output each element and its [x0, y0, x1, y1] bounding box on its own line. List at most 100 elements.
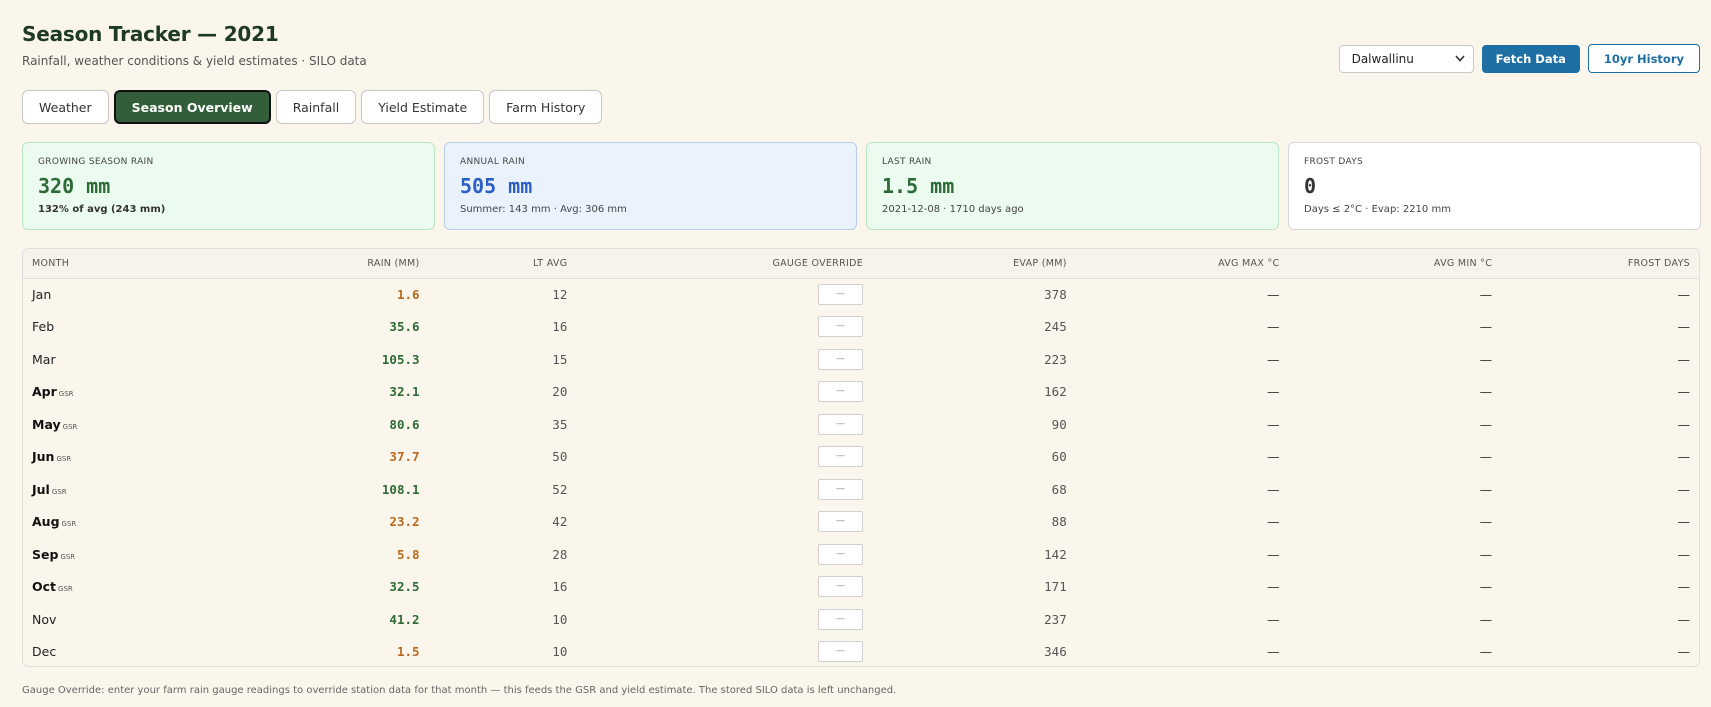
table-row: Jul GSR 108.1 52 — 68 — — — — [23, 473, 1699, 506]
col-rain: RAIN (MM) — [142, 249, 429, 279]
gauge-override-input[interactable]: — — [818, 413, 863, 435]
frost-days-value: — — [1677, 611, 1691, 627]
fetch-data-button[interactable]: Fetch Data — [1481, 44, 1580, 73]
card-growing-season-rain: GROWING SEASON RAIN 320 mm 132% of avg (24… — [22, 142, 435, 230]
page-subtitle: Rainfall, weather conditions & yield est… — [22, 54, 367, 68]
lt-avg-value: 16 — [552, 319, 568, 335]
gauge-override-input[interactable]: — — [818, 381, 863, 403]
summary-cards: GROWING SEASON RAIN 320 mm 132% of avg (24… — [22, 142, 1701, 230]
monthly-table: MONTH RAIN (MM) LT AVG GAUGE OVERRIDE EV… — [22, 248, 1700, 667]
table-row: Aug GSR 23.2 42 — 88 — — — — [23, 506, 1699, 539]
evap-value: 90 — [1051, 416, 1067, 432]
gauge-override-input[interactable]: — — [818, 608, 863, 630]
month-cell: Feb — [23, 311, 143, 344]
frost-days-value: — — [1677, 514, 1691, 530]
month-cell: Oct GSR — [23, 571, 143, 604]
table-row: Dec 1.5 10 — 346 — — — — [23, 636, 1699, 667]
card-note: 132% of avg (243 mm) — [38, 204, 166, 215]
lt-avg-value: 12 — [552, 287, 568, 302]
gauge-override-input[interactable]: — — [818, 543, 863, 565]
gauge-override-cell: — — [576, 441, 872, 474]
gauge-override-cell: — — [576, 311, 872, 344]
page-header: Season Tracker — 2021 Rainfall, weather … — [22, 22, 367, 68]
gauge-override-input[interactable]: — — [818, 446, 863, 468]
evap-value: 346 — [1044, 644, 1067, 660]
gsr-badge: GSR — [61, 520, 77, 529]
tab-weather[interactable]: Weather — [22, 90, 109, 124]
gauge-override-input[interactable]: — — [818, 576, 863, 598]
frost-days-value: — — [1677, 644, 1691, 660]
card-note: Days ≤ 2°C · Evap: 2210 mm — [1304, 204, 1451, 215]
gauge-override-cell: — — [576, 343, 872, 376]
month-cell: Jul GSR — [23, 473, 143, 506]
table-row: May GSR 80.6 35 — 90 — — — — [23, 408, 1699, 441]
gauge-override-input[interactable]: — — [818, 511, 863, 533]
rain-value: 108.1 — [381, 481, 420, 497]
rain-value: 1.5 — [396, 644, 420, 660]
card-label: GROWING SEASON RAIN — [38, 157, 154, 167]
gsr-badge: GSR — [62, 422, 78, 431]
col-avg-max: AVG MAX °C — [1075, 249, 1289, 279]
card-label: LAST RAIN — [882, 157, 932, 167]
tab-rainfall[interactable]: Rainfall — [275, 90, 357, 124]
avg-min-value: — — [1479, 319, 1493, 335]
lt-avg-value: 35 — [552, 416, 568, 432]
month-cell: Apr GSR — [23, 376, 143, 409]
lt-avg-value: 20 — [552, 384, 568, 400]
gauge-override-cell: — — [576, 506, 872, 539]
lt-avg-value: 10 — [552, 611, 568, 627]
month-name: Apr — [32, 384, 57, 400]
month-cell: Nov — [23, 603, 143, 636]
tab-season-overview[interactable]: Season Overview — [113, 90, 271, 124]
avg-min-value: — — [1479, 546, 1493, 562]
col-gauge-override: GAUGE OVERRIDE — [576, 249, 872, 279]
evap-value: 237 — [1044, 611, 1067, 627]
gauge-override-cell: — — [576, 571, 872, 604]
table-row: Oct GSR 32.5 16 — 171 — — — — [23, 571, 1699, 604]
gauge-override-cell: — — [576, 603, 872, 636]
gauge-override-cell: — — [576, 538, 872, 571]
col-frost-days: FROST DAYS — [1501, 249, 1699, 279]
frost-days-value: — — [1677, 351, 1691, 367]
frost-days-value: — — [1677, 579, 1691, 595]
month-name: Jun — [32, 449, 55, 465]
month-name: Dec — [32, 644, 57, 660]
rain-value: 23.2 — [389, 514, 420, 530]
card-value: 0 — [1304, 174, 1317, 198]
avg-min-value: — — [1479, 644, 1493, 660]
avg-max-value: — — [1266, 514, 1280, 530]
month-name: Jul — [32, 481, 50, 497]
gauge-override-input[interactable]: — — [818, 478, 863, 500]
gauge-override-input[interactable]: — — [818, 284, 863, 305]
month-cell: Sep GSR — [23, 538, 143, 571]
avg-min-value: — — [1479, 579, 1493, 595]
card-last-rain: LAST RAIN 1.5 mm 2021-12-08 · 1710 days ag… — [866, 142, 1279, 230]
location-select[interactable]: Dalwallinu — [1338, 44, 1474, 73]
tab-farm-history[interactable]: Farm History — [489, 90, 603, 124]
month-cell: Mar — [23, 343, 143, 376]
card-label: FROST DAYS — [1304, 157, 1364, 167]
rain-value: 5.8 — [396, 546, 420, 562]
evap-value: 245 — [1044, 319, 1067, 335]
card-note: 2021-12-08 · 1710 days ago — [882, 204, 1024, 215]
table-row: Jan 1.6 12 — 378 — — — — [23, 278, 1699, 311]
month-name: Aug — [32, 514, 60, 530]
gsr-badge: GSR — [56, 455, 72, 464]
rain-value: 35.6 — [389, 319, 420, 335]
evap-value: 378 — [1044, 287, 1067, 302]
table-header-row: MONTH RAIN (MM) LT AVG GAUGE OVERRIDE EV… — [23, 249, 1699, 279]
tab-yield-estimate[interactable]: Yield Estimate — [361, 90, 485, 124]
history-button[interactable]: 10yr History — [1587, 44, 1700, 73]
avg-min-value: — — [1479, 481, 1493, 497]
chevron-down-icon — [1454, 52, 1465, 65]
avg-max-value: — — [1266, 287, 1280, 302]
gauge-override-cell: — — [576, 473, 872, 506]
gauge-override-input[interactable]: — — [818, 316, 863, 338]
frost-days-value: — — [1677, 416, 1691, 432]
avg-max-value: — — [1266, 351, 1280, 367]
evap-value: 68 — [1051, 481, 1067, 497]
gauge-override-input[interactable]: — — [818, 641, 863, 663]
month-name: Feb — [32, 319, 55, 335]
lt-avg-value: 50 — [552, 449, 568, 465]
gauge-override-input[interactable]: — — [818, 348, 863, 370]
